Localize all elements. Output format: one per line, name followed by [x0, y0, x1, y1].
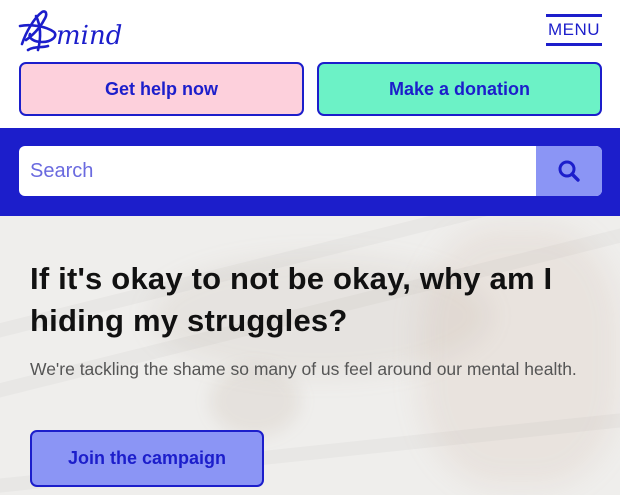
search-input[interactable] [19, 146, 536, 196]
join-campaign-button[interactable]: Join the campaign [30, 430, 264, 487]
make-donation-button[interactable]: Make a donation [317, 62, 602, 116]
search-box [19, 146, 602, 196]
search-band [0, 128, 620, 216]
get-help-now-button[interactable]: Get help now [19, 62, 304, 116]
logo-wordmark: mind [56, 21, 122, 51]
site-header: mind MENU [0, 0, 620, 58]
logo-swirl-3 [34, 14, 42, 52]
hero-headline: If it's okay to not be okay, why am I hi… [30, 261, 553, 338]
search-button[interactable] [536, 146, 602, 196]
menu-button[interactable]: MENU [545, 14, 602, 46]
hero-subtext: We're tackling the shame so many of us f… [30, 359, 577, 379]
search-icon [558, 160, 580, 182]
mind-logo[interactable]: mind [16, 6, 136, 56]
hero-section: If it's okay to not be okay, why am I hi… [0, 216, 620, 495]
